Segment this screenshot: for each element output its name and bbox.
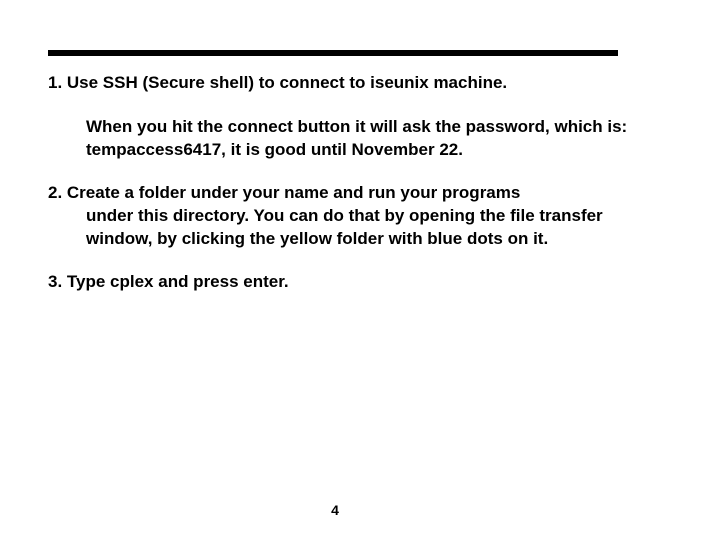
list-item-3: 3. Type cplex and press enter.: [48, 271, 638, 294]
list-item-2-title: 2. Create a folder under your name and r…: [48, 182, 638, 205]
list-item-1-body: When you hit the connect button it will …: [48, 116, 638, 162]
slide: 1. Use SSH (Secure shell) to connect to …: [0, 0, 720, 540]
divider-bar: [48, 50, 618, 56]
list-item-1-title: 1. Use SSH (Secure shell) to connect to …: [48, 72, 638, 94]
list-item-2-body: under this directory. You can do that by…: [48, 205, 638, 251]
list-item-2: 2. Create a folder under your name and r…: [48, 182, 638, 251]
page-number: 4: [0, 502, 720, 518]
page-number-value: 4: [331, 502, 339, 518]
content-area: 1. Use SSH (Secure shell) to connect to …: [48, 72, 638, 294]
